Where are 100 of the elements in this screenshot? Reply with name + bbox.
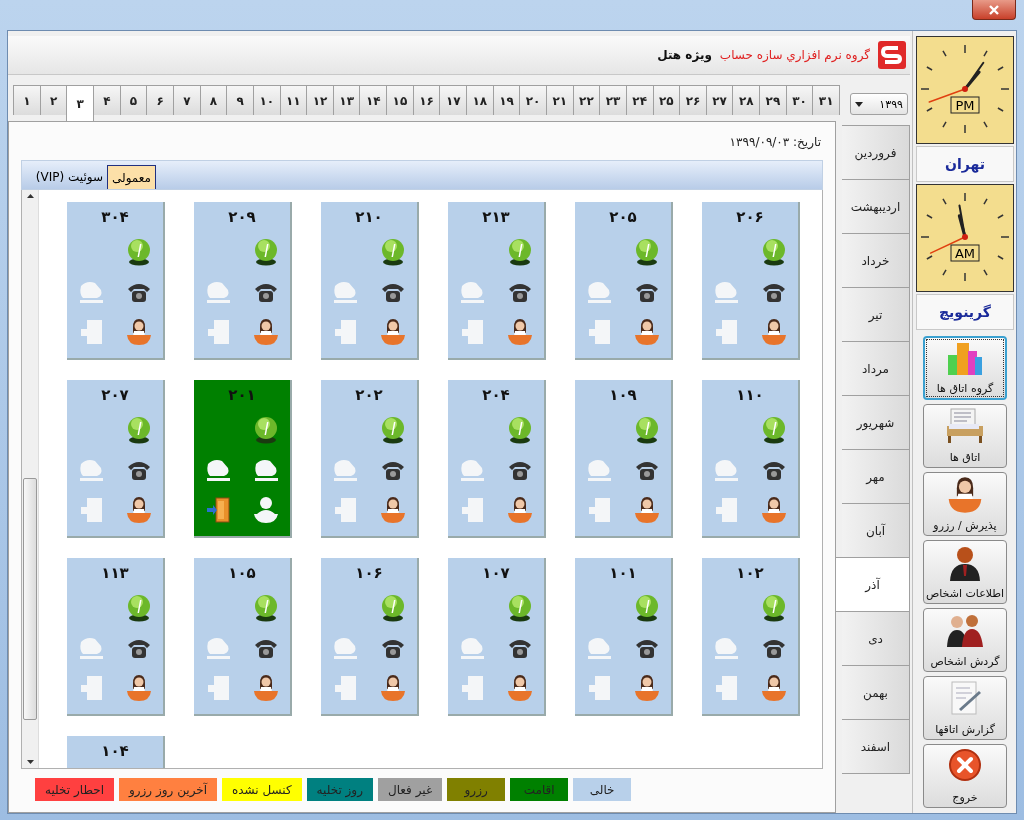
room-card[interactable]: ۱۰۲ xyxy=(702,558,800,716)
day-tab[interactable]: ۲۴ xyxy=(625,85,654,115)
room-card[interactable]: ۱۰۴ xyxy=(67,736,165,768)
room-number: ۱۰۴ xyxy=(101,742,129,760)
day-tab[interactable]: ۲۳ xyxy=(599,85,627,115)
status-legend-item: کنسل نشده xyxy=(222,778,302,801)
room-card[interactable]: ۲۰۲ xyxy=(321,380,419,538)
day-tab[interactable]: ۲۲ xyxy=(572,85,601,115)
day-tab[interactable]: ۴ xyxy=(93,85,121,115)
info-icon[interactable] xyxy=(762,416,786,444)
day-tab[interactable]: ۱۳ xyxy=(332,85,361,115)
day-tab[interactable]: ۱۶ xyxy=(412,85,441,115)
day-tab[interactable]: ۲۶ xyxy=(679,85,707,115)
day-tab[interactable]: ۱۲ xyxy=(306,85,334,115)
close-button[interactable] xyxy=(972,0,1016,20)
day-tab[interactable]: ۷ xyxy=(173,85,201,115)
room-card[interactable]: ۲۰۱ xyxy=(194,380,292,538)
scroll-down-icon[interactable] xyxy=(26,760,34,764)
info-icon[interactable] xyxy=(635,416,659,444)
caret-icon xyxy=(855,101,863,107)
door-icon xyxy=(460,319,484,345)
room-card[interactable]: ۱۰۹ xyxy=(575,380,673,538)
nav-button[interactable]: خروج xyxy=(923,744,1007,808)
day-tab[interactable]: ۶ xyxy=(146,85,174,115)
month-tab[interactable]: فروردین xyxy=(842,125,910,180)
city-label: تهران xyxy=(916,146,1014,182)
info-icon[interactable] xyxy=(508,238,532,266)
room-card[interactable]: ۱۰۷ xyxy=(448,558,546,716)
telephone-icon xyxy=(126,459,152,481)
nav-button[interactable]: گروه اتاق ها xyxy=(923,336,1007,400)
day-tab[interactable]: ۱ xyxy=(13,85,41,115)
info-icon[interactable] xyxy=(381,238,405,266)
telephone-icon xyxy=(380,637,406,659)
room-card[interactable]: ۲۰۹ xyxy=(194,202,292,360)
info-icon[interactable] xyxy=(254,416,278,444)
info-icon[interactable] xyxy=(508,594,532,622)
close-icon xyxy=(948,748,982,782)
info-icon[interactable] xyxy=(254,238,278,266)
info-icon[interactable] xyxy=(381,594,405,622)
info-icon[interactable] xyxy=(127,594,151,622)
info-icon[interactable] xyxy=(254,594,278,622)
day-tab[interactable]: ۳۱ xyxy=(812,85,840,115)
close-icon xyxy=(989,4,999,15)
room-type-tab[interactable]: سوئیت (VIP) xyxy=(31,165,107,189)
room-card[interactable]: ۱۰۱ xyxy=(575,558,673,716)
room-card[interactable]: ۲۱۳ xyxy=(448,202,546,360)
door-icon xyxy=(79,497,103,523)
room-card[interactable]: ۲۰۴ xyxy=(448,380,546,538)
day-tab[interactable]: ۹ xyxy=(226,85,254,115)
day-tab[interactable]: ۳ xyxy=(66,85,95,121)
month-tab[interactable]: اسفند xyxy=(842,719,910,774)
room-card[interactable]: ۲۰۶ xyxy=(702,202,800,360)
day-tab[interactable]: ۱۱ xyxy=(279,85,308,115)
nav-button[interactable]: اتاق ها xyxy=(923,404,1007,468)
room-type-tab[interactable]: معمولی xyxy=(107,165,156,189)
info-icon[interactable] xyxy=(127,416,151,444)
year-dropdown[interactable]: ۱۳۹۹ xyxy=(850,93,908,115)
room-card[interactable]: ۲۰۷ xyxy=(67,380,165,538)
nav-button[interactable]: گزارش اتاقها xyxy=(923,676,1007,740)
door-icon xyxy=(460,675,484,701)
info-icon[interactable] xyxy=(635,238,659,266)
day-tab[interactable]: ۱۰ xyxy=(252,85,281,115)
info-icon[interactable] xyxy=(381,416,405,444)
info-icon[interactable] xyxy=(508,416,532,444)
day-tab[interactable]: ۱۹ xyxy=(492,85,521,115)
day-tab[interactable]: ۱۷ xyxy=(439,85,468,115)
room-card[interactable]: ۱۰۵ xyxy=(194,558,292,716)
scrollbar[interactable] xyxy=(22,190,39,768)
day-tab[interactable]: ۲ xyxy=(39,85,68,115)
day-tab[interactable]: ۲۷ xyxy=(705,85,734,115)
day-tab[interactable]: ۲۱ xyxy=(545,85,574,115)
info-icon[interactable] xyxy=(762,238,786,266)
day-tab[interactable]: ۱۵ xyxy=(386,85,414,115)
day-tab[interactable]: ۲۸ xyxy=(732,85,761,115)
room-card[interactable]: ۲۰۵ xyxy=(575,202,673,360)
day-tab[interactable]: ۱۸ xyxy=(466,85,494,115)
month-tab[interactable]: آذر xyxy=(836,557,910,612)
room-card[interactable]: ۳۰۴ xyxy=(67,202,165,360)
room-card[interactable]: ۱۱۰ xyxy=(702,380,800,538)
nav-button[interactable]: گردش اشخاص xyxy=(923,608,1007,672)
info-icon[interactable] xyxy=(635,594,659,622)
room-card[interactable]: ۱۱۳ xyxy=(67,558,165,716)
nav-button[interactable]: پذیرش / رزرو xyxy=(923,472,1007,536)
day-tab[interactable]: ۲۰ xyxy=(519,85,547,115)
nav-button[interactable]: اطلاعات اشخاص xyxy=(923,540,1007,604)
day-tab[interactable]: ۲۹ xyxy=(759,85,787,115)
room-card[interactable]: ۱۰۶ xyxy=(321,558,419,716)
telephone-icon xyxy=(761,459,787,481)
info-icon[interactable] xyxy=(127,238,151,266)
day-tab[interactable]: ۸ xyxy=(199,85,228,115)
day-tab[interactable]: ۲۵ xyxy=(652,85,681,115)
scroll-up-icon[interactable] xyxy=(26,194,34,198)
day-tab[interactable]: ۵ xyxy=(119,85,148,115)
room-number: ۲۱۰ xyxy=(355,208,383,226)
info-icon[interactable] xyxy=(762,594,786,622)
person-icon xyxy=(947,544,983,582)
day-tab[interactable]: ۳۰ xyxy=(785,85,814,115)
day-tab[interactable]: ۱۴ xyxy=(359,85,388,115)
door-icon xyxy=(714,319,738,345)
room-card[interactable]: ۲۱۰ xyxy=(321,202,419,360)
